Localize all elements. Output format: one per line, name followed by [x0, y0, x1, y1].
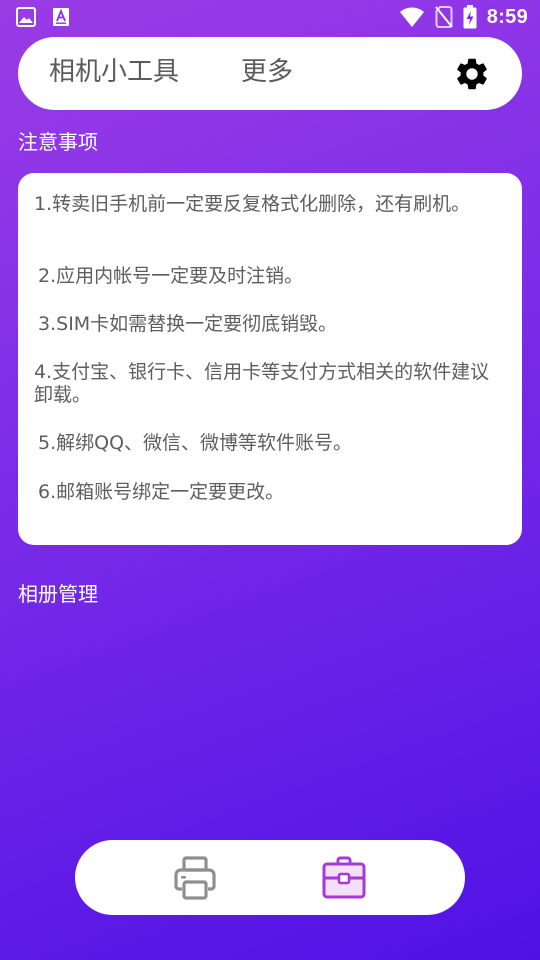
image-icon	[16, 7, 36, 27]
tab-more[interactable]: 更多	[241, 55, 293, 89]
album-section-title: 相册管理	[18, 582, 98, 606]
settings-button[interactable]	[453, 55, 491, 93]
bottom-nav	[75, 840, 465, 915]
battery-charging-icon	[463, 5, 477, 29]
status-left-icons	[16, 7, 70, 27]
tab-camera-tools[interactable]: 相机小工具	[49, 55, 179, 89]
note-item: 4.支付宝、银行卡、信用卡等支付方式相关的软件建议卸载。	[34, 361, 490, 406]
printer-icon	[174, 856, 216, 900]
note-item: 3.SIM卡如需替换一定要彻底销毁。	[38, 313, 338, 335]
note-item: 6.邮箱账号绑定一定要更改。	[38, 481, 285, 503]
note-item: 2.应用内帐号一定要及时注销。	[38, 265, 304, 287]
note-item: 5.解绑QQ、微信、微博等软件账号。	[38, 432, 353, 454]
gear-icon	[457, 58, 487, 90]
notes-section-title: 注意事项	[18, 130, 98, 154]
note-item: 1.转卖旧手机前一定要反复格式化删除，还有刷机。	[34, 193, 471, 215]
status-time: 8:59	[486, 5, 528, 28]
nav-printer-button[interactable]	[172, 855, 218, 901]
no-sim-icon	[434, 6, 453, 28]
status-bar: 8:59	[0, 0, 540, 36]
notes-card: 1.转卖旧手机前一定要反复格式化删除，还有刷机。 2.应用内帐号一定要及时注销。…	[18, 173, 522, 545]
status-right-icons: 8:59	[399, 5, 528, 29]
top-bar: 相机小工具 更多	[18, 37, 522, 110]
nav-toolbox-button[interactable]	[321, 855, 367, 901]
a-letter-icon	[53, 8, 69, 26]
wifi-icon	[399, 7, 424, 27]
toolbox-icon	[322, 856, 366, 899]
